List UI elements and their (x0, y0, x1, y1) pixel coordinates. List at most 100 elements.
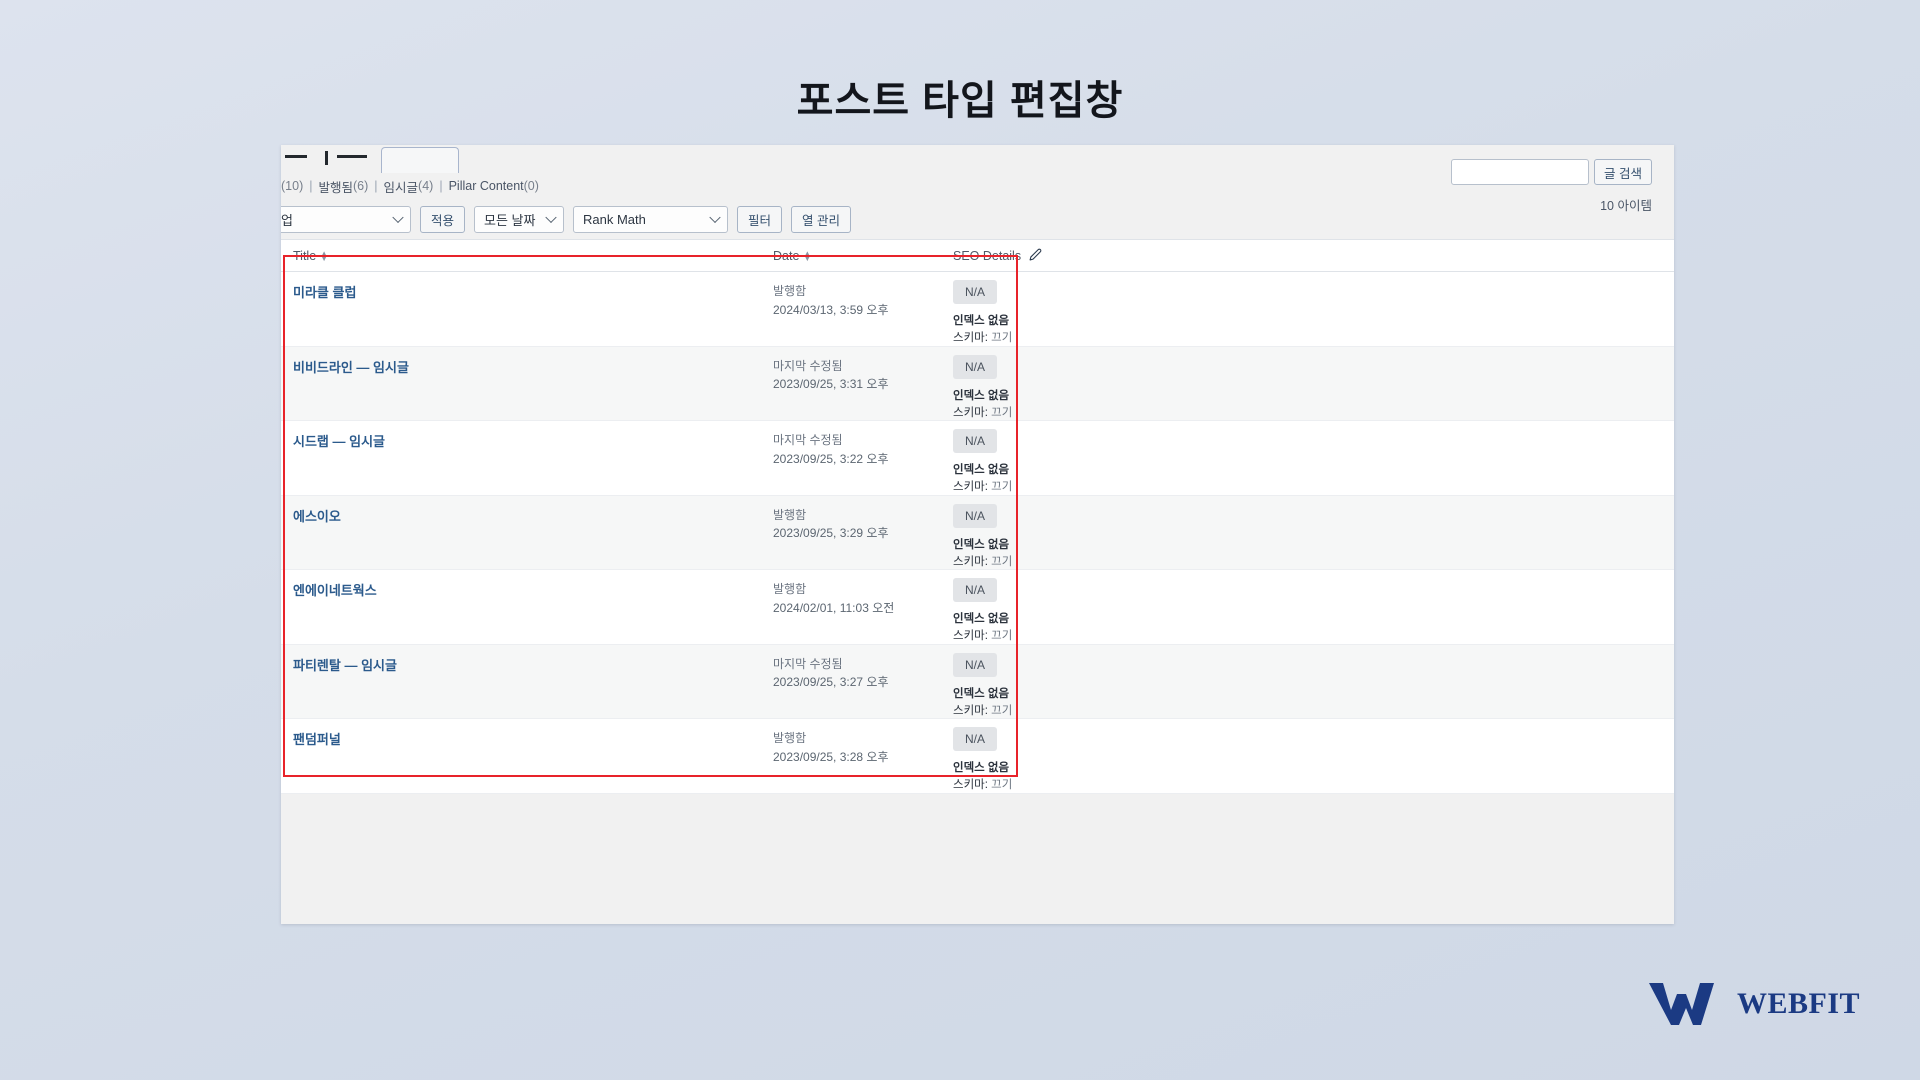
seo-schema-value: 끄기 (991, 630, 1013, 643)
table-row[interactable]: 파티렌탈 — 임시글 마지막 수정됨 2023/09/25, 3:27 오후 N/A 인… (281, 644, 1674, 719)
item-count-label: 10 아이템 (1600, 199, 1652, 213)
post-date-status: 마지막 수정됨 (773, 358, 843, 373)
table-row[interactable]: 에스이오 발행함 2023/09/25, 3:29 오후 N/A 인덱스 없음 스키마: … (281, 495, 1674, 570)
seo-schema-label: 스키마: (953, 332, 988, 345)
post-title-link[interactable]: 에스이오 (293, 496, 773, 570)
status-link-published[interactable]: 발행됨 (318, 177, 353, 196)
seo-index-status: 인덱스 없음 (953, 315, 1010, 327)
seo-schema-value: 끄기 (991, 555, 1013, 568)
post-title-link[interactable]: 파티렌탈 — 임시글 (293, 645, 773, 719)
post-title-link[interactable]: 시드랩 — 임시글 (293, 421, 773, 495)
webfit-logo-mark (1648, 983, 1714, 1025)
search-input[interactable] (1451, 159, 1590, 185)
column-header-seo-label: SEO Details (953, 248, 1022, 263)
post-date-status: 발행함 (773, 507, 807, 522)
search-box: 글 검색 (1451, 159, 1652, 185)
seo-schema-status: 스키마: 끄기 (953, 479, 1073, 496)
date-filter-value: 모든 날짜 (484, 212, 536, 228)
page-title: 포스트 타입 편집창 (796, 79, 1124, 123)
post-date-cell: 발행함 2023/09/25, 3:28 오후 (773, 719, 953, 793)
bulk-actions-select[interactable]: 작업 (281, 205, 411, 233)
sort-arrows-icon[interactable]: ▲ ▼ (320, 249, 328, 262)
webfit-logo: WEBFIT (1647, 980, 1860, 1028)
post-date-status: 발행함 (773, 284, 807, 298)
seo-score-badge: N/A (953, 727, 998, 751)
column-header-title-label: Title (293, 248, 317, 263)
post-title-text: 엔에이네트웍스 (293, 583, 377, 598)
status-link-all-count[interactable]: (10) (281, 179, 303, 193)
post-title-link[interactable]: 엔에이네트웍스 (293, 570, 773, 644)
date-filter-select[interactable]: 모든 날짜 (474, 205, 565, 233)
manage-columns-label: 열 관리 (802, 213, 841, 228)
seo-schema-value: 끄기 (991, 704, 1013, 717)
post-date-cell: 마지막 수정됨 2023/09/25, 3:27 오후 (773, 645, 953, 719)
post-title-text: 미라클 클럽 (293, 285, 357, 300)
manage-columns-button[interactable]: 열 관리 (791, 205, 852, 233)
post-seo-details-cell: N/A 인덱스 없음 스키마: 끄기 (953, 719, 1073, 793)
apply-button[interactable]: 적용 (420, 205, 466, 233)
post-seo-details-cell: N/A 인덱스 없음 스키마: 끄기 (953, 570, 1073, 644)
seo-schema-status: 스키마: 끄기 (953, 554, 1073, 571)
cropped-fragment-1 (285, 155, 307, 158)
seo-schema-status: 스키마: 끄기 (953, 405, 1073, 422)
seo-score-badge: N/A (953, 652, 998, 677)
post-title-text: 팬덤퍼널 (293, 732, 341, 747)
seo-schema-label: 스키마: (953, 779, 988, 792)
status-count-pillar-content: (0) (523, 179, 539, 193)
post-date-cell: 마지막 수정됨 2023/09/25, 3:31 오후 (773, 347, 953, 421)
post-status-filter-links: (10) | 발행됨 (6) | 임시글 (4) | Pillar Conten… (281, 173, 539, 199)
seo-score-badge: N/A (953, 280, 998, 304)
post-seo-details-cell: N/A 인덱스 없음 스키마: 끄기 (953, 645, 1073, 719)
seo-index-status: 인덱스 없음 (953, 464, 1010, 476)
post-title-text: 시드랩 — 임시글 (293, 434, 385, 449)
post-date-cell: 마지막 수정됨 2023/09/25, 3:22 오후 (773, 421, 953, 495)
webfit-logo-text: WEBFIT (1736, 987, 1860, 1020)
seo-schema-value: 끄기 (991, 406, 1013, 419)
table-body: 미라클 클럽 발행함 2024/03/13, 3:59 오후 N/A 인덱스 없음 스키마… (281, 272, 1674, 794)
column-header-date[interactable]: Date ▲ ▼ (773, 249, 953, 263)
seo-schema-status: 스키마: 끄기 (953, 628, 1073, 645)
status-count-draft: (4) (418, 179, 434, 193)
table-row[interactable]: 미라클 클럽 발행함 2024/03/13, 3:59 오후 N/A 인덱스 없음 스키마… (281, 272, 1674, 347)
sort-arrows-icon[interactable]: ▲ ▼ (803, 249, 811, 262)
tablenav-filters: 작업 적용 모든 날짜 Rank Math 필터 열 관리 (281, 201, 852, 237)
post-date-status: 발행함 (773, 582, 807, 596)
table-row[interactable]: 비비드라인 — 임시글 마지막 수정됨 2023/09/25, 3:31 오후 N/A… (281, 346, 1674, 421)
post-title-text: 비비드라인 — 임시글 (293, 359, 409, 375)
post-seo-details-cell: N/A 인덱스 없음스키마: 끄기 (953, 347, 1073, 421)
seo-schema-status: 스키마: 끄기 (953, 703, 1073, 720)
seo-schema-status: 스키마: 끄기 (953, 777, 1073, 794)
post-seo-details-cell: N/A 인덱스 없음 스키마: 끄기 (953, 496, 1073, 570)
table-row[interactable]: 팬덤퍼널 발행함 2023/09/25, 3:28 오후 N/A 인덱스 없음 스키마: … (281, 719, 1674, 794)
column-header-title[interactable]: Title ▲ ▼ (293, 249, 773, 263)
pencil-edit-icon[interactable] (1029, 248, 1042, 264)
column-header-seo-details[interactable]: SEO Details (953, 248, 1073, 264)
cropped-fragment-2 (325, 151, 328, 165)
seo-score-badge: N/A (953, 503, 998, 528)
post-title-link[interactable]: 팬덤퍼널 (293, 719, 773, 793)
table-header-row: Title ▲ ▼ Date ▲ ▼ SEO Details (281, 240, 1674, 272)
chevron-down-icon (545, 211, 557, 224)
filter-button[interactable]: 필터 (737, 205, 783, 233)
post-date-cell: 발행함 2023/09/25, 3:29 오후 (773, 496, 953, 570)
table-row[interactable]: 엔에이네트웍스 발행함 2024/02/01, 11:03 오전 N/A 인덱스 없음 스… (281, 570, 1674, 645)
post-title-link[interactable]: 미라클 클럽 (293, 272, 773, 346)
table-row[interactable]: 시드랩 — 임시글 마지막 수정됨 2023/09/25, 3:22 오후 N/A 인덱… (281, 421, 1674, 496)
post-date-value: 2023/09/25, 3:28 오후 (773, 749, 889, 764)
status-link-pillar-content[interactable]: Pillar Content (449, 179, 524, 193)
status-link-draft[interactable]: 임시글 (384, 177, 419, 196)
post-date-value: 2024/02/01, 11:03 오전 (773, 600, 895, 615)
post-title-text: 에스이오 (293, 508, 341, 524)
search-button[interactable]: 글 검색 (1594, 159, 1652, 185)
seo-schema-label: 스키마: (953, 555, 988, 568)
post-seo-details-cell: N/A 인덱스 없음 스키마: 끄기 (953, 421, 1073, 495)
cropped-tab-button[interactable] (381, 147, 459, 173)
status-separator: | (309, 179, 313, 193)
seo-score-badge: N/A (953, 354, 998, 379)
post-date-status: 마지막 수정됨 (773, 656, 843, 671)
seo-schema-value: 끄기 (991, 481, 1013, 494)
seo-filter-select[interactable]: Rank Math (573, 205, 729, 233)
post-title-link[interactable]: 비비드라인 — 임시글 (293, 347, 773, 421)
seo-index-status: 인덱스 없음 (953, 389, 1010, 402)
seo-schema-value: 끄기 (991, 332, 1013, 345)
